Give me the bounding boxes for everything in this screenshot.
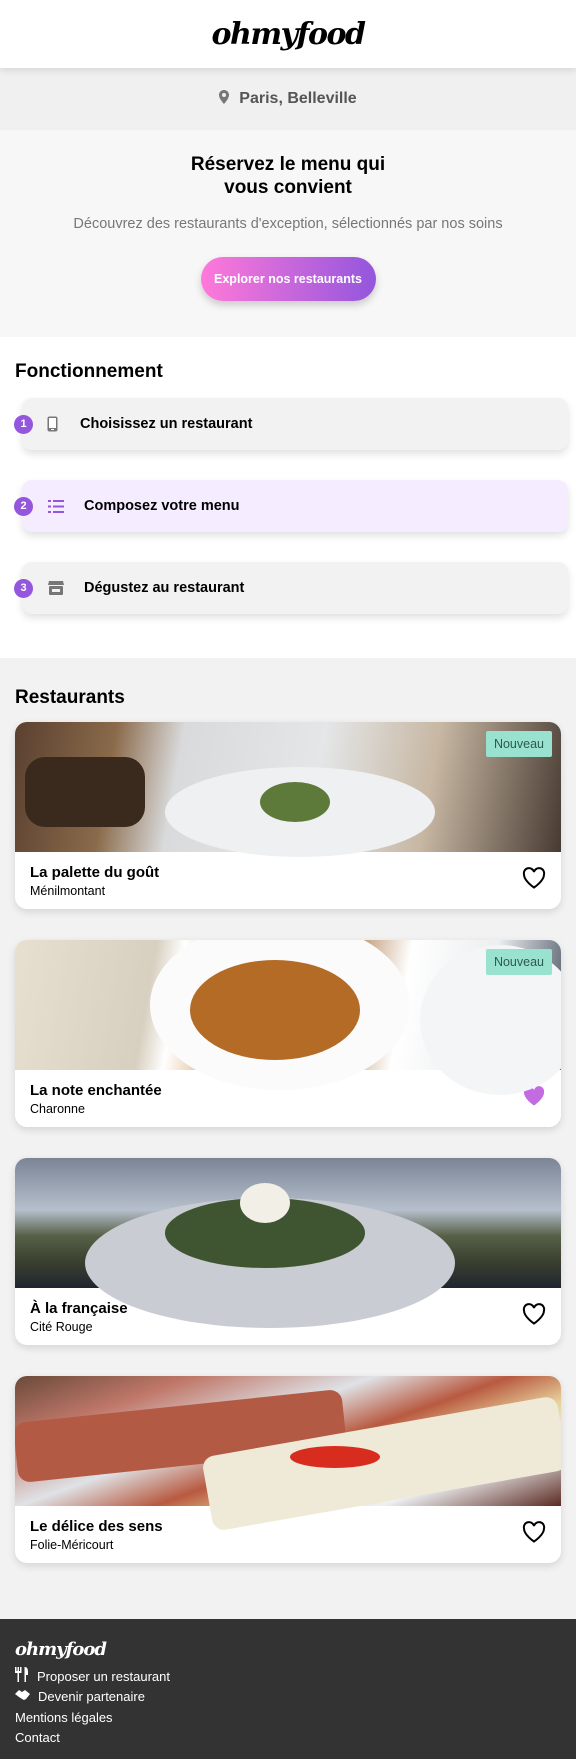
restaurant-area: Folie-Méricourt <box>30 1537 114 1552</box>
step-label: Choisissez un restaurant <box>80 416 253 432</box>
restaurant-card[interactable]: Le délice des sens Folie-Méricourt <box>15 1376 561 1563</box>
restaurant-photo <box>15 1376 561 1532</box>
hero-title: Réservez le menu qui vous convient <box>190 154 386 198</box>
footer-link-label: Mentions légales <box>15 1709 113 1725</box>
restaurant-card[interactable]: À la française Cité Rouge <box>15 1158 561 1345</box>
restaurant-card[interactable]: Nouveau La note enchantée Charonne <box>15 940 561 1127</box>
restaurants-section: Restaurants Nouveau La palette du goût M… <box>0 658 576 1619</box>
propose-restaurant-link[interactable]: Proposer un restaurant <box>15 1666 561 1687</box>
hero-section: Réservez le menu qui vous convient Décou… <box>0 130 576 337</box>
explore-restaurants-button[interactable]: Explorer nos restaurants <box>200 257 376 301</box>
mobile-phone-icon <box>42 416 62 432</box>
restaurant-area: Ménilmontant <box>30 883 106 898</box>
hero-subtitle: Découvrez des restaurants d'exception, s… <box>73 216 503 232</box>
heart-outline-icon[interactable] <box>522 1303 546 1330</box>
legal-notice-link[interactable]: Mentions légales <box>15 1707 561 1728</box>
step-choose-restaurant[interactable]: 1 Choisissez un restaurant <box>14 398 568 450</box>
restaurant-card[interactable]: Nouveau La palette du goût Ménilmontant <box>15 722 561 909</box>
footer-link-label: Devenir partenaire <box>38 1689 145 1705</box>
how-it-works-section: Fonctionnement 1 Choisissez un restauran… <box>0 337 576 658</box>
restaurant-name: À la française <box>30 1299 128 1317</box>
restaurant-name: La palette du goût <box>30 863 160 881</box>
step-number: 1 <box>14 415 33 434</box>
handshake-icon <box>15 1689 30 1704</box>
location-bar: Paris, Belleville <box>0 68 576 130</box>
contact-link[interactable]: Contact <box>15 1728 561 1749</box>
step-label: Composez votre menu <box>84 498 240 514</box>
heart-outline-icon[interactable] <box>522 1521 546 1548</box>
site-logo[interactable]: ohmyfood <box>212 17 366 52</box>
step-label: Dégustez au restaurant <box>84 580 245 596</box>
step-number: 2 <box>14 497 33 516</box>
restaurant-photo <box>15 1158 561 1328</box>
restaurant-photo: Nouveau <box>15 722 561 857</box>
store-icon <box>46 581 66 595</box>
site-header: ohmyfood <box>0 0 576 68</box>
step-number: 3 <box>14 579 33 598</box>
utensils-icon <box>15 1667 29 1685</box>
heart-outline-icon[interactable] <box>522 867 546 894</box>
become-partner-link[interactable]: Devenir partenaire <box>15 1687 561 1708</box>
footer-logo[interactable]: ohmyfood <box>15 1639 561 1660</box>
footer-link-label: Proposer un restaurant <box>37 1668 170 1684</box>
restaurant-name: Le délice des sens <box>30 1517 163 1535</box>
restaurant-area: Cité Rouge <box>30 1319 93 1334</box>
how-it-works-title: Fonctionnement <box>15 361 163 382</box>
new-badge: Nouveau <box>485 949 552 975</box>
restaurant-area: Charonne <box>30 1101 85 1116</box>
list-icon <box>46 499 66 513</box>
site-footer: ohmyfood Proposer un restaurant Devenir … <box>0 1619 576 1759</box>
restaurant-photo: Nouveau <box>15 940 561 1095</box>
new-badge: Nouveau <box>485 731 552 757</box>
footer-link-label: Contact <box>15 1730 60 1746</box>
restaurants-title: Restaurants <box>15 687 125 708</box>
step-enjoy-restaurant[interactable]: 3 Dégustez au restaurant <box>14 562 568 614</box>
location-label: Paris, Belleville <box>239 90 357 107</box>
location-pin-icon <box>219 89 230 109</box>
restaurant-name: La note enchantée <box>30 1081 162 1099</box>
step-compose-menu[interactable]: 2 Composez votre menu <box>14 480 568 532</box>
